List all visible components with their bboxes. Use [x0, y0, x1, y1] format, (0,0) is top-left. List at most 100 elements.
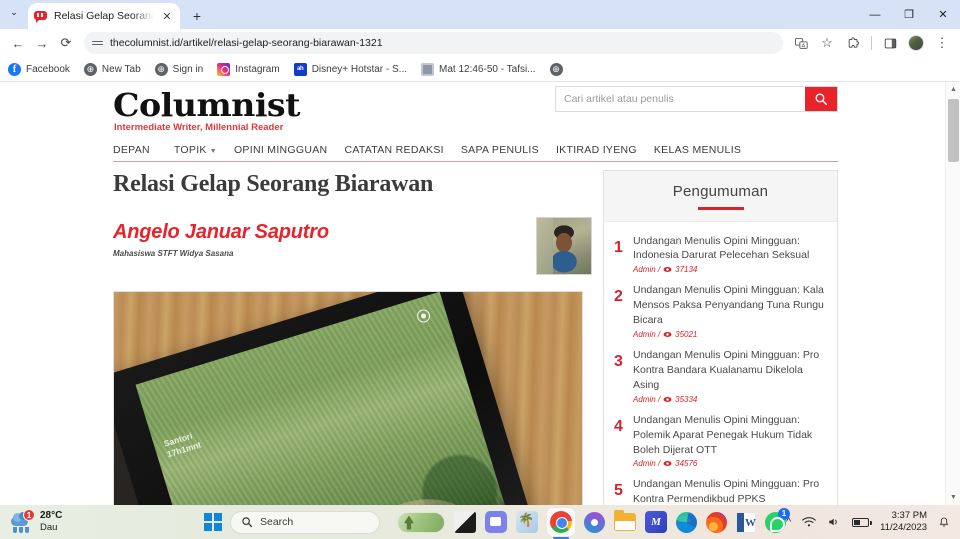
taskbar-whatsapp[interactable]: 1	[764, 507, 790, 533]
reload-icon[interactable]: ⟳	[54, 31, 78, 55]
nav-item-depan[interactable]: DEPAN	[113, 144, 174, 156]
back-icon[interactable]: ←	[6, 31, 30, 55]
search-input[interactable]	[556, 87, 805, 111]
browser-toolbar: ← → ⟳ thecolumnist.id/artikel/relasi-gel…	[0, 29, 960, 57]
bookmark-disney[interactable]: ah Disney+ Hotstar - S...	[293, 62, 408, 76]
profile-avatar[interactable]	[904, 31, 928, 55]
taskbar-app-m[interactable]: M	[644, 511, 667, 533]
taskbar-google-chrome[interactable]	[546, 508, 575, 539]
document-icon	[421, 62, 435, 76]
page-scrollbar[interactable]: ▲ ▼	[945, 82, 960, 505]
list-item[interactable]: 2 Undangan Menulis Opini Mingguan: Kala …	[612, 278, 828, 343]
taskbar-firefox[interactable]	[705, 511, 727, 533]
disney-icon: ah	[293, 62, 307, 76]
browser-menu-icon[interactable]: ⋮	[930, 31, 954, 55]
nav-item-catatan-redaksi[interactable]: CATATAN REDAKSI	[344, 144, 460, 156]
globe-icon: ⊕	[549, 62, 563, 76]
item-meta: Admin / 34576	[633, 459, 828, 468]
extensions-puzzle-icon[interactable]	[841, 31, 865, 55]
site-nav: DEPAN TOPIK ▼ OPINI MINGGUAN CATATAN REDA…	[113, 144, 838, 162]
forward-icon[interactable]: →	[30, 31, 54, 55]
taskbar-widget-preview[interactable]	[396, 511, 445, 533]
toolbar-divider	[871, 36, 872, 50]
author-name[interactable]: Angelo Januar Saputro	[113, 221, 536, 244]
bookmark-extra[interactable]: ⊕	[549, 62, 563, 76]
translate-icon[interactable]: A	[789, 31, 813, 55]
taskbar-microsoft-word[interactable]	[735, 511, 756, 533]
byline-row: Angelo Januar Saputro Mahasiswa STFT Wid…	[113, 216, 600, 275]
battery-icon[interactable]	[852, 517, 872, 527]
nav-item-kelas-menulis[interactable]: KELAS MENULIS	[654, 144, 758, 156]
svg-text:A: A	[801, 43, 805, 49]
site-settings-icon[interactable]	[92, 40, 103, 46]
nav-item-topik[interactable]: TOPIK ▼	[174, 144, 234, 156]
item-title[interactable]: Undangan Menulis Opini Mingguan: Kala Me…	[633, 283, 828, 328]
whatsapp-badge: 1	[777, 507, 790, 520]
notifications-bell-icon[interactable]	[938, 516, 950, 529]
address-bar-url: thecolumnist.id/artikel/relasi-gelap-seo…	[110, 37, 383, 49]
search-icon	[242, 517, 253, 528]
scrollbar-thumb[interactable]	[948, 99, 959, 162]
side-panel-icon[interactable]	[878, 31, 902, 55]
nav-label: CATATAN REDAKSI	[344, 144, 444, 156]
site-search[interactable]	[555, 86, 838, 112]
maximize-button[interactable]: ❐	[892, 0, 926, 29]
taskbar-photos[interactable]	[515, 511, 538, 533]
nav-label: IKTIRAD IYENG	[555, 144, 637, 156]
nav-item-iktirad-iyeng[interactable]: IKTIRAD IYENG	[556, 144, 654, 156]
site-logo[interactable]: Columnist	[113, 86, 301, 124]
taskbar-file-explorer[interactable]	[613, 510, 636, 531]
tab-search-chevron-icon[interactable]: ⌄	[0, 0, 28, 29]
search-icon	[815, 93, 828, 106]
weather-widget[interactable]: 1 28°C Dau	[0, 509, 204, 534]
eye-icon	[663, 267, 672, 273]
bookmark-label: Disney+ Hotstar - S...	[311, 63, 408, 75]
author-portrait	[536, 216, 592, 275]
taskbar-microsoft-edge[interactable]	[675, 511, 697, 533]
item-title[interactable]: Undangan Menulis Opini Mingguan: Pro Kon…	[633, 348, 828, 393]
item-rank: 5	[614, 482, 623, 500]
chrome-icon	[549, 511, 572, 533]
item-title[interactable]: Undangan Menulis Opini Mingguan: Indones…	[633, 234, 828, 264]
bookmark-instagram[interactable]: Instagram	[217, 62, 280, 76]
address-bar[interactable]: thecolumnist.id/artikel/relasi-gelap-seo…	[84, 32, 783, 54]
globe-icon: ⊕	[154, 62, 168, 76]
item-rank: 1	[614, 238, 623, 256]
nav-item-opini-mingguan[interactable]: OPINI MINGGUAN	[234, 144, 344, 156]
item-title[interactable]: Undangan Menulis Opini Mingguan: Polemik…	[633, 413, 828, 458]
bookmark-document[interactable]: Mat 12:46-50 - Tafsi...	[421, 62, 536, 76]
bookmark-facebook[interactable]: f Facebook	[8, 62, 70, 76]
list-item[interactable]: 3 Undangan Menulis Opini Mingguan: Pro K…	[612, 343, 828, 408]
start-button[interactable]	[203, 513, 222, 531]
list-item[interactable]: 4 Undangan Menulis Opini Mingguan: Polem…	[612, 408, 828, 473]
browser-tab[interactable]: Relasi Gelap Seorang Biarawan ✕	[28, 3, 180, 29]
list-item[interactable]: 5 Undangan Menulis Opini Mingguan: Pro K…	[612, 472, 828, 505]
item-views: 35334	[675, 394, 698, 404]
bookmark-new-tab[interactable]: ⊕ New Tab	[83, 62, 141, 76]
taskbar-copilot[interactable]	[583, 511, 605, 533]
bookmark-label: Facebook	[26, 63, 70, 75]
close-window-button[interactable]: ✕	[926, 0, 960, 29]
new-tab-button[interactable]: +	[184, 3, 210, 29]
taskbar-search[interactable]: Search	[229, 510, 380, 534]
rain-icon: 1	[10, 509, 35, 533]
close-tab-icon[interactable]: ✕	[160, 10, 174, 23]
bookmark-star-icon[interactable]: ☆	[815, 31, 839, 55]
bookmark-sign-in[interactable]: ⊕ Sign in	[154, 62, 203, 76]
minimize-button[interactable]: —	[858, 0, 892, 29]
nav-item-sapa-penulis[interactable]: SAPA PENULIS	[461, 144, 556, 156]
scroll-down-icon[interactable]: ▼	[946, 490, 960, 505]
scroll-up-icon[interactable]: ▲	[946, 82, 960, 97]
item-title[interactable]: Undangan Menulis Opini Mingguan: Pro Kon…	[633, 477, 828, 505]
volume-icon[interactable]	[827, 516, 841, 528]
page-title: Relasi Gelap Seorang Biarawan	[113, 171, 434, 197]
chevron-down-icon: ▼	[209, 148, 217, 155]
search-button[interactable]	[805, 87, 837, 111]
clock-time: 3:37 PM	[891, 510, 927, 522]
wifi-icon[interactable]	[802, 516, 816, 528]
taskbar-teams[interactable]	[484, 511, 507, 533]
taskbar-clock[interactable]: 3:37 PM 11/24/2023	[880, 510, 927, 534]
eye-icon	[663, 332, 672, 338]
taskbar-task-view[interactable]	[453, 511, 476, 533]
list-item[interactable]: 1 Undangan Menulis Opini Mingguan: Indon…	[612, 229, 828, 279]
